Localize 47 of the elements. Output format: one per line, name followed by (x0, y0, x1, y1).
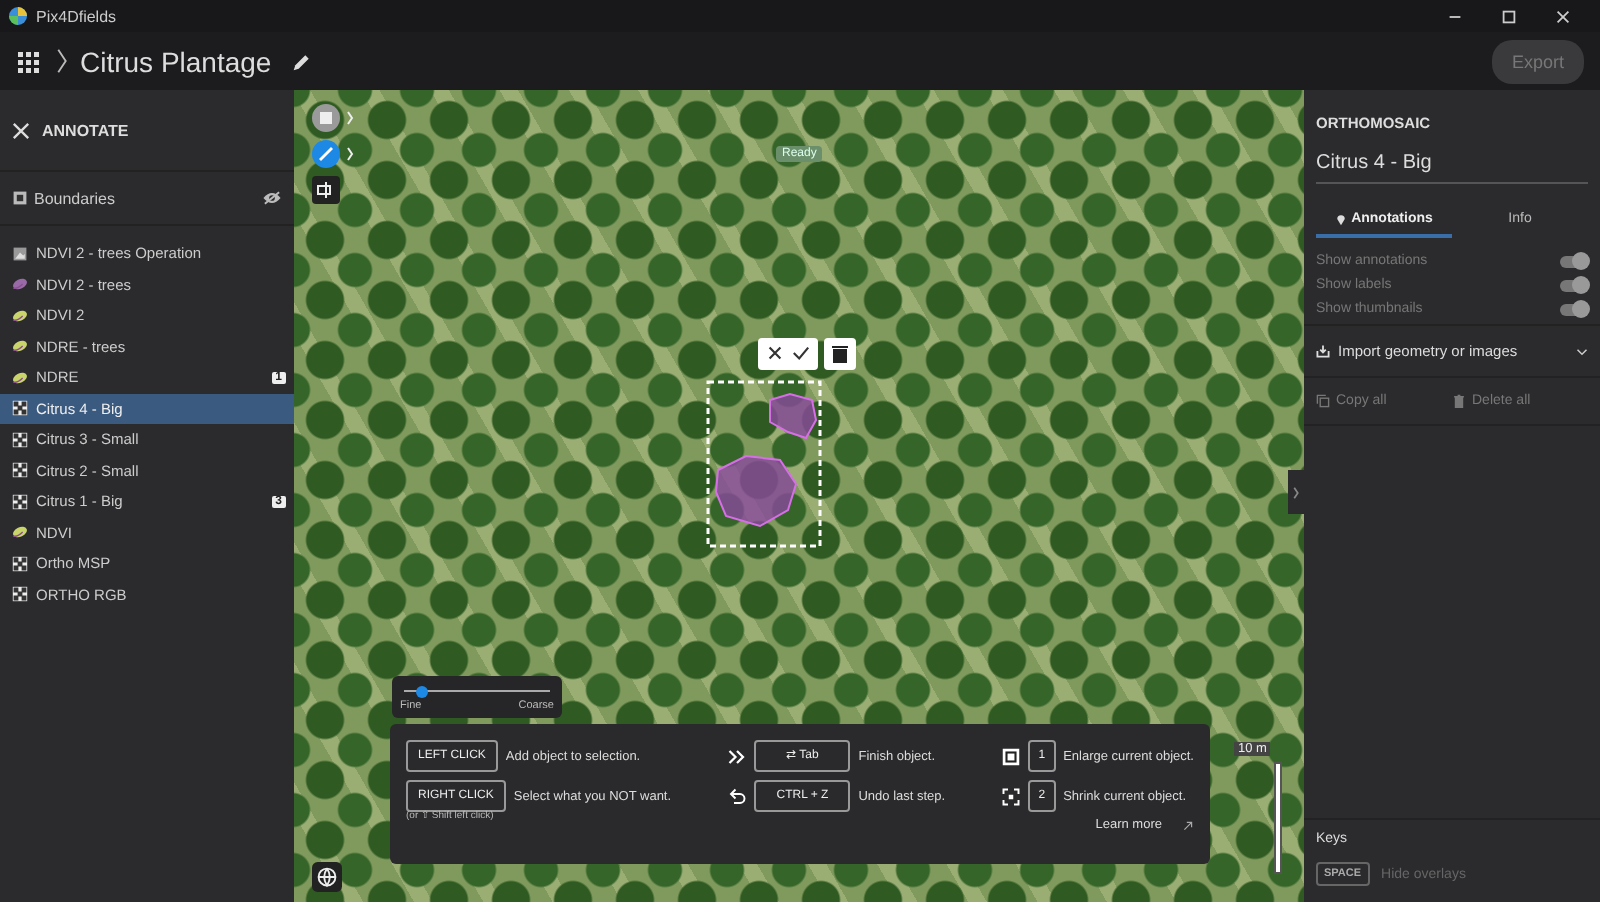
checker-grid-icon (12, 493, 28, 510)
leaf-icon (12, 524, 28, 541)
close-icon[interactable] (12, 121, 30, 139)
chevron-right-icon (56, 48, 68, 74)
copy-icon (1316, 394, 1330, 408)
slider-thumb[interactable] (415, 685, 428, 697)
leaf-icon (12, 369, 28, 386)
checker-grid-icon (12, 462, 28, 479)
edit-pencil-icon[interactable] (291, 51, 312, 71)
enlarge-icon (1002, 747, 1021, 765)
globe-icon[interactable] (312, 862, 342, 892)
window-title: Pix4Dfields (36, 7, 117, 25)
trash-icon (1452, 394, 1466, 408)
leaf-icon (12, 338, 28, 355)
close-icon[interactable] (1554, 7, 1572, 25)
checkmark-icon[interactable] (792, 344, 810, 362)
chevron-down-icon[interactable] (1576, 347, 1588, 355)
undo-icon (728, 787, 747, 805)
eye-hidden-icon[interactable] (262, 190, 282, 206)
shrink-icon (1002, 787, 1021, 805)
scale-bar (1274, 762, 1282, 874)
import-icon (1316, 344, 1330, 358)
boundaries-label: Boundaries (34, 189, 117, 207)
app-logo-icon (8, 6, 28, 26)
toggle-switch[interactable] (1560, 255, 1588, 267)
boundary-icon (12, 190, 28, 206)
maximize-icon[interactable] (1500, 7, 1518, 25)
checker-grid-icon (12, 555, 28, 572)
checker-grid-icon (12, 400, 28, 417)
map-layer-tool-icon[interactable] (312, 104, 340, 132)
chevron-right-icon[interactable] (1292, 485, 1300, 499)
checker-grid-icon (12, 586, 28, 603)
trash-icon[interactable] (824, 338, 856, 370)
external-link-icon[interactable] (1182, 819, 1194, 831)
leaf-icon (12, 307, 28, 324)
pin-icon (1335, 212, 1346, 226)
checker-grid-icon (12, 431, 28, 448)
cancel-icon[interactable] (766, 344, 784, 362)
annotate-title: ANNOTATE (42, 121, 129, 139)
layer-thumbnail-icon (12, 245, 28, 262)
project-title: Citrus Plantage (80, 45, 272, 77)
apps-grid-icon[interactable] (16, 49, 40, 73)
toggle-switch[interactable] (1560, 279, 1588, 291)
layer-name-field[interactable]: Citrus 4 - Big (1316, 152, 1588, 184)
leaf-icon (12, 276, 28, 293)
double-chevron-icon (728, 747, 747, 765)
toggle-switch[interactable] (1560, 303, 1588, 315)
